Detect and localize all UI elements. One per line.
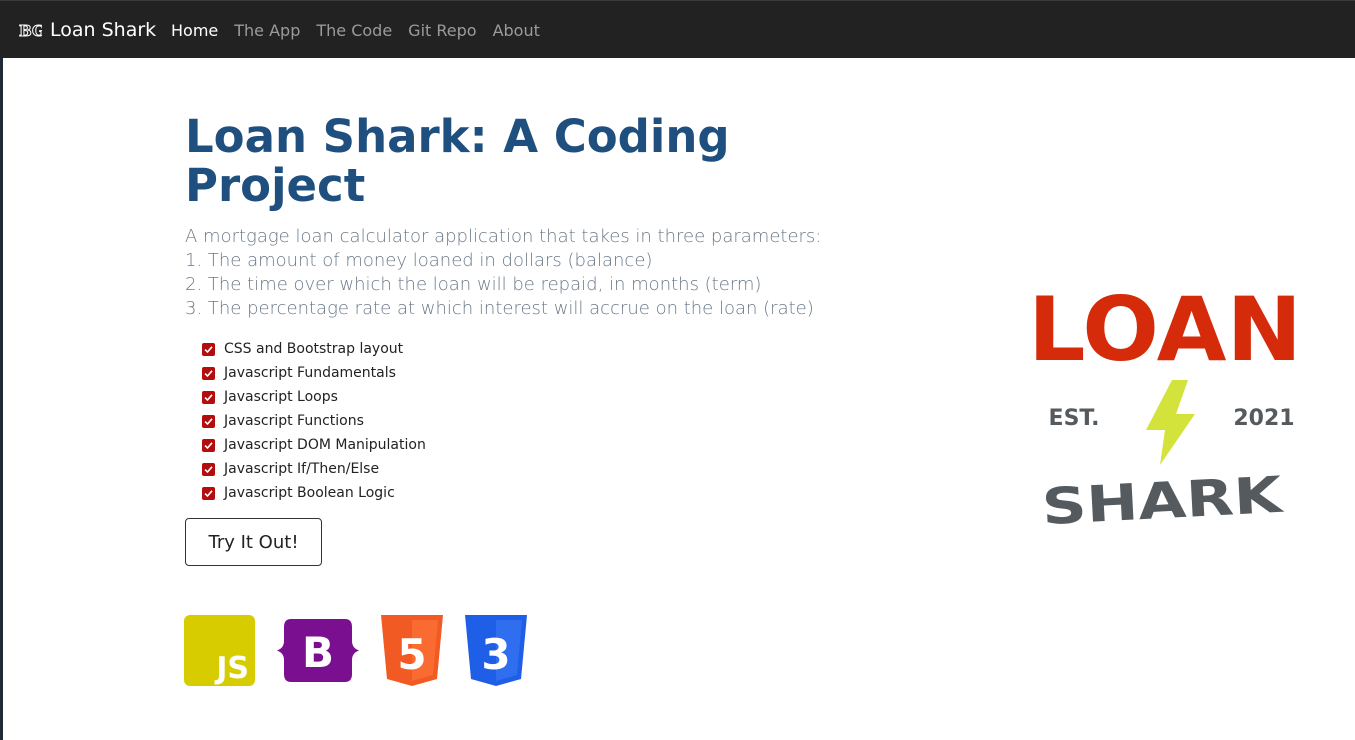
tech-icons: JS B 5 3 — [184, 615, 549, 686]
nav-link-git-repo[interactable]: Git Repo — [408, 21, 476, 41]
checkbox-checked-icon — [202, 438, 215, 452]
page-title: Loan Shark: A Coding Project — [185, 110, 730, 212]
checklist-item: Javascript Boolean Logic — [202, 481, 426, 505]
nav-link-home[interactable]: Home — [171, 21, 218, 41]
svg-text:JS: JS — [214, 651, 249, 686]
checkbox-checked-icon — [202, 414, 215, 428]
checklist-item: Javascript If/Then/Else — [202, 457, 426, 481]
bootstrap-icon: B — [277, 619, 359, 682]
description-line: A mortgage loan calculator application t… — [185, 226, 822, 247]
svg-text:3: 3 — [481, 630, 510, 679]
skills-checklist: CSS and Bootstrap layout Javascript Fund… — [202, 337, 426, 505]
javascript-icon: JS — [184, 615, 255, 686]
logo-text-loan: LOAN — [1028, 280, 1302, 381]
checklist-label: CSS and Bootstrap layout — [224, 341, 404, 357]
checklist-item: Javascript Loops — [202, 385, 426, 409]
checklist-item: CSS and Bootstrap layout — [202, 337, 426, 361]
logo-text-shark: SHARK — [1040, 466, 1285, 537]
logo-text-est: EST. — [1049, 406, 1100, 431]
nav-link-the-app[interactable]: The App — [234, 21, 300, 41]
description-line: 3. The percentage rate at which interest… — [185, 298, 814, 319]
nav-link-the-code[interactable]: The Code — [316, 21, 392, 41]
lightning-bolt-icon — [1146, 380, 1195, 465]
navbar: BG Loan Shark Home The App The Code Git … — [0, 0, 1355, 58]
project-description: A mortgage loan calculator application t… — [185, 225, 835, 321]
checklist-item: Javascript Functions — [202, 409, 426, 433]
description-line: 2. The time over which the loan will be … — [185, 274, 762, 295]
description-line: 1. The amount of money loaned in dollars… — [185, 250, 653, 271]
svg-text:5: 5 — [397, 630, 426, 679]
checklist-label: Javascript DOM Manipulation — [224, 437, 426, 453]
logo-text-year: 2021 — [1233, 406, 1294, 431]
window-edge — [0, 0, 3, 740]
checkbox-checked-icon — [202, 462, 215, 476]
brand-name: Loan Shark — [50, 19, 157, 41]
html5-icon: 5 — [381, 615, 443, 686]
checkbox-checked-icon — [202, 366, 215, 380]
checklist-label: Javascript Loops — [224, 389, 338, 405]
navbar-brand[interactable]: BG Loan Shark — [18, 17, 157, 43]
checkbox-checked-icon — [202, 486, 215, 500]
svg-text:B: B — [302, 628, 334, 677]
checklist-item: Javascript Fundamentals — [202, 361, 426, 385]
checkbox-checked-icon — [202, 342, 215, 356]
checklist-label: Javascript Fundamentals — [224, 365, 396, 381]
checkbox-checked-icon — [202, 390, 215, 404]
loan-shark-logo: LOAN EST. 2021 SHARK — [1028, 280, 1302, 537]
checklist-label: Javascript Boolean Logic — [224, 485, 395, 501]
checklist-label: Javascript Functions — [224, 413, 364, 429]
svg-text:BG: BG — [19, 22, 42, 39]
checklist-item: Javascript DOM Manipulation — [202, 433, 426, 457]
checklist-label: Javascript If/Then/Else — [224, 461, 380, 477]
try-it-out-button[interactable]: Try It Out! — [185, 518, 322, 566]
nav-link-about[interactable]: About — [493, 21, 540, 41]
brand-logo-icon: BG — [19, 22, 43, 40]
css3-icon: 3 — [465, 615, 527, 686]
nav-links: Home The App The Code Git Repo About — [171, 21, 556, 41]
